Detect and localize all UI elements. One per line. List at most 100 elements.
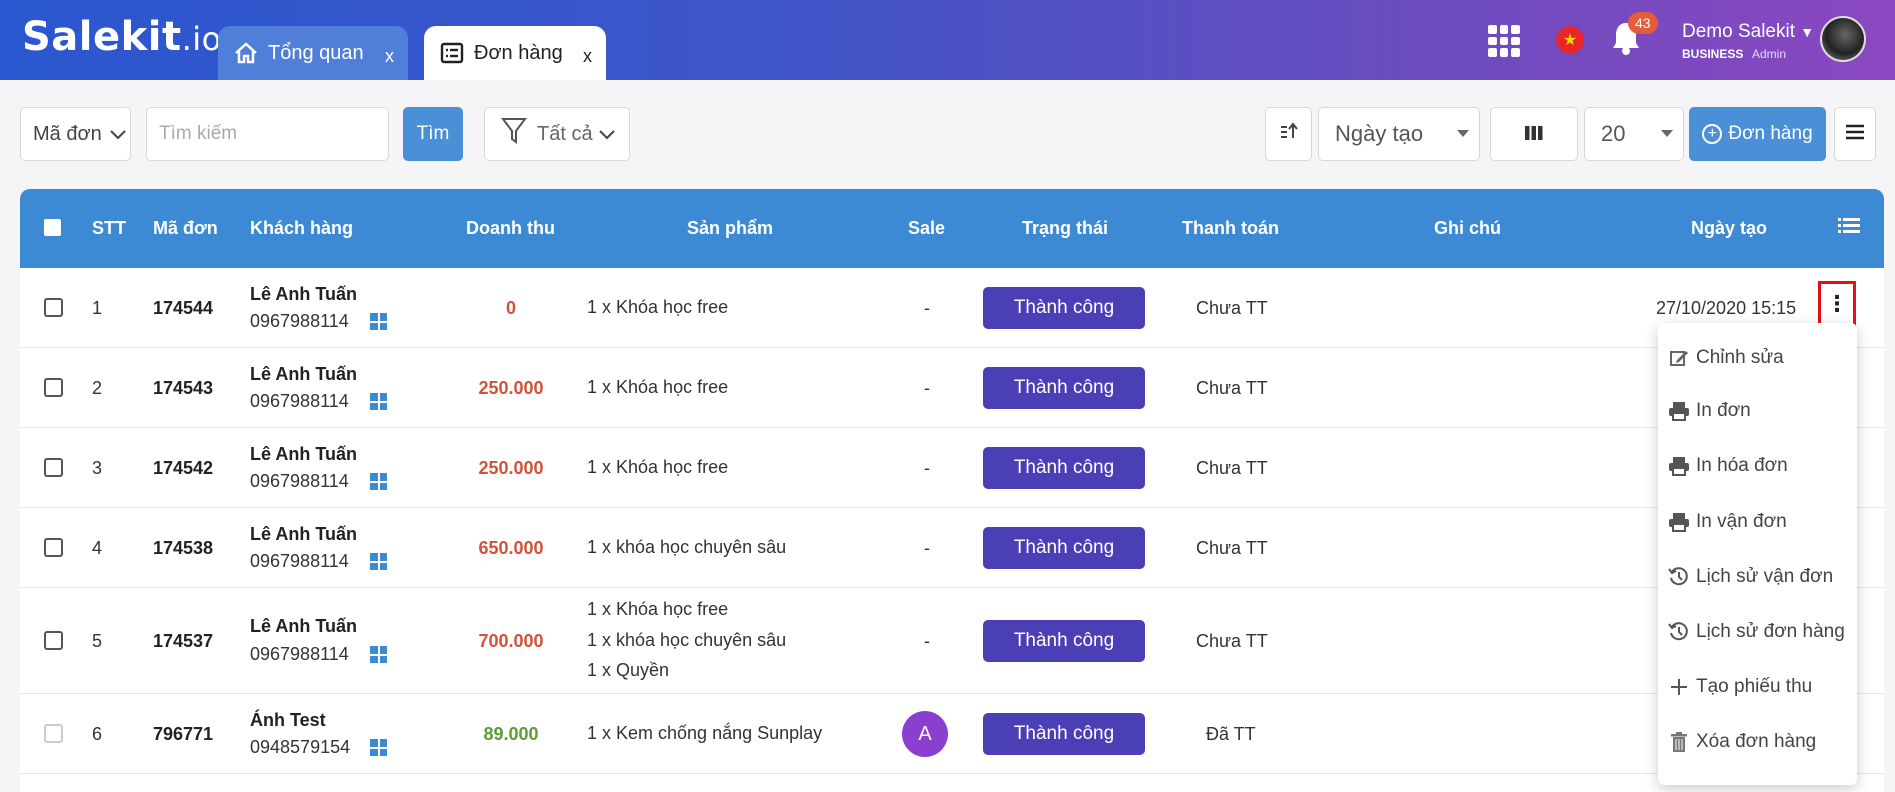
qr-code-icon[interactable] [370,553,387,570]
header-payment: Thanh toán [1182,218,1279,238]
tab-overview[interactable]: Tổng quan x [218,26,408,80]
product-line: 1 x khóa học chuyên sâu [587,537,787,557]
sale-value: - [924,378,930,398]
row-checkbox[interactable] [44,538,63,557]
printer-icon [1668,455,1690,477]
menu-item-order-history[interactable]: Lịch sử đơn hàng [1668,621,1845,643]
sale-value: - [924,538,930,558]
qr-code-icon[interactable] [370,393,387,410]
select-all-checkbox[interactable] [44,219,61,236]
row-checkbox[interactable] [44,298,63,317]
chevron-down-icon [109,123,126,146]
more-menu-button[interactable] [1834,107,1876,161]
order-code[interactable]: 174538 [153,538,213,559]
table-row[interactable]: 2 174543 Lê Anh Tuấn 0967988114 250.000 … [20,348,1884,428]
qr-code-icon[interactable] [370,313,387,330]
caret-down-icon [1457,130,1469,137]
row-stt: 4 [92,538,103,558]
order-code[interactable]: 796771 [153,724,213,745]
table-row[interactable]: 1 174544 Lê Anh Tuấn 0967988114 0 1 x Kh… [20,268,1884,348]
qr-code-icon[interactable] [370,473,387,490]
order-code[interactable]: 174542 [153,458,213,479]
tab-orders[interactable]: Đơn hàng x [424,26,606,80]
header-created: Ngày tạo [1691,218,1768,238]
history-icon [1668,566,1690,588]
qr-code-icon[interactable] [370,646,387,663]
row-checkbox[interactable] [44,378,63,397]
row-stt: 3 [92,458,103,478]
row-stt: 1 [92,298,103,318]
row-checkbox[interactable] [44,458,63,477]
avatar[interactable] [1820,16,1866,62]
order-code[interactable]: 174544 [153,298,213,319]
row-stt: 2 [92,378,103,398]
table-row[interactable]: 6 796771 Ánh Test 0948579154 89.000 1 x … [20,694,1884,774]
header-stt: STT [92,218,126,238]
plus-icon [1668,676,1690,698]
tab-close-button[interactable]: x [583,46,592,67]
apps-grid-icon[interactable] [1488,25,1520,57]
table-row[interactable]: 4 174538 Lê Anh Tuấn 0967988114 650.000 … [20,508,1884,588]
menu-item-create-receipt[interactable]: Tạo phiếu thu [1668,676,1812,698]
app-logo[interactable]: Salekit.io [22,14,222,60]
table-row[interactable]: 3 174542 Lê Anh Tuấn 0967988114 250.000 … [20,428,1884,508]
menu-item-print-invoice[interactable]: In hóa đơn [1668,455,1788,477]
row-stt: 6 [92,724,103,744]
customer-name[interactable]: Lê Anh Tuấn [250,284,357,305]
sort-field-select[interactable]: Ngày tạo [1318,107,1480,161]
language-flag-icon[interactable]: ★ [1556,26,1584,54]
revenue-value: 250.000 [478,378,544,398]
customer-name[interactable]: Lê Anh Tuấn [250,616,357,637]
page-size-select[interactable]: 20 [1584,107,1684,161]
qr-code-icon[interactable] [370,739,387,756]
header-code: Mã đơn [153,218,218,238]
columns-toggle-button[interactable] [1490,107,1578,161]
row-checkbox[interactable] [44,724,63,743]
status-badge[interactable]: Thành công [983,527,1145,569]
status-badge[interactable]: Thành công [983,713,1145,755]
revenue-value: 650.000 [478,538,544,558]
home-icon [232,39,260,67]
order-code[interactable]: 174537 [153,631,213,652]
hamburger-icon [1845,123,1865,146]
order-code[interactable]: 174543 [153,378,213,399]
revenue-value: 700.000 [478,631,544,651]
sort-icon [1279,122,1299,146]
customer-name[interactable]: Lê Anh Tuấn [250,444,357,465]
row-checkbox[interactable] [44,631,63,650]
customer-name[interactable]: Lê Anh Tuấn [250,364,357,385]
tab-label: Đơn hàng [474,41,563,64]
header-products: Sản phẩm [687,218,774,238]
plus-circle-icon: + [1702,124,1723,144]
menu-item-waybill-history[interactable]: Lịch sử vận đơn [1668,566,1833,588]
product-line: 1 x Quyền [587,660,670,680]
printer-icon [1668,511,1690,533]
menu-item-print-order[interactable]: In đơn [1668,400,1751,422]
status-badge[interactable]: Thành công [983,447,1145,489]
column-list-icon[interactable] [1838,217,1860,240]
search-field-select[interactable]: Mã đơn [20,107,131,161]
menu-item-delete-order[interactable]: Xóa đơn hàng [1668,731,1816,753]
row-stt: 5 [92,631,103,651]
sale-avatar[interactable]: A [902,711,948,757]
menu-item-print-waybill[interactable]: In vận đơn [1668,511,1787,533]
tab-close-button[interactable]: x [385,46,394,67]
search-button[interactable]: Tìm [403,107,463,161]
customer-name[interactable]: Lê Anh Tuấn [250,524,357,545]
sort-order-button[interactable] [1265,107,1312,161]
table-row[interactable]: 5 174537 Lê Anh Tuấn 0967988114 700.000 … [20,588,1884,694]
filter-dropdown[interactable]: Tất cả [484,107,630,161]
edit-icon [1668,347,1690,369]
status-badge[interactable]: Thành công [983,287,1145,329]
user-menu[interactable]: Demo Salekit ▼ [1682,21,1814,43]
status-badge[interactable]: Thành công [983,367,1145,409]
status-badge[interactable]: Thành công [983,620,1145,662]
caret-down-icon [1661,130,1673,137]
menu-item-edit[interactable]: Chỉnh sửa [1668,347,1784,369]
row-actions-kebab-icon[interactable]: ⋮ [1818,281,1856,327]
add-order-button[interactable]: + Đơn hàng [1689,107,1826,161]
search-input[interactable] [147,108,388,160]
payment-status: Đã TT [1206,724,1256,744]
customer-name[interactable]: Ánh Test [250,710,326,731]
user-plan: BUSINESS [1682,47,1744,61]
